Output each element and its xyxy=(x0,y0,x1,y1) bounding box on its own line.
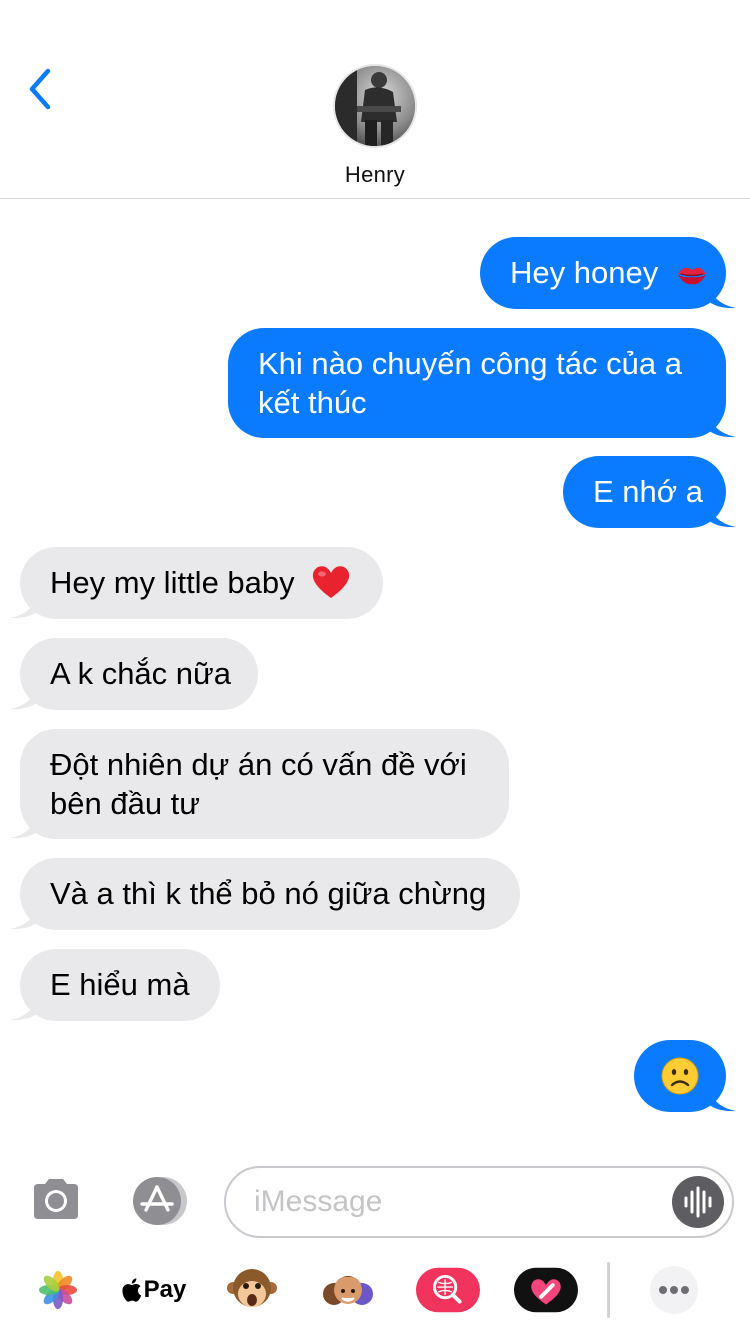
message-bubble-incoming[interactable]: Và a thì k thể bỏ nó giữa chừng xyxy=(10,858,520,930)
conversation-header: Henry xyxy=(0,0,750,199)
app-drawer: Pay xyxy=(0,1252,750,1328)
digital-touch-button[interactable] xyxy=(514,1262,578,1318)
message-text: Và a thì k thể bỏ nó giữa chừng xyxy=(50,876,487,911)
message-input[interactable] xyxy=(254,1180,664,1224)
apple-logo-icon xyxy=(122,1278,141,1302)
memoji-stickers-button[interactable] xyxy=(316,1262,380,1318)
message-text: Hey my little baby xyxy=(50,565,295,600)
message-bubble-outgoing[interactable]: E nhớ a xyxy=(563,456,736,528)
message-bubble-incoming[interactable]: Hey my little baby xyxy=(10,547,383,619)
app-store-icon xyxy=(133,1177,187,1225)
message-input-field[interactable] xyxy=(224,1166,734,1238)
frowning-face-emoji xyxy=(661,1057,699,1095)
waveform-icon xyxy=(684,1186,712,1218)
message-bubble-outgoing[interactable]: Khi nào chuyến công tác của a kết thúc xyxy=(228,328,736,438)
app-store-button[interactable] xyxy=(126,1174,192,1228)
memoji-stickers-icon xyxy=(323,1276,373,1305)
animoji-monkey-icon xyxy=(227,1269,277,1307)
message-bubble-incoming[interactable]: Đột nhiên dự án có vấn đề với bên đầu tư xyxy=(10,729,509,839)
back-button[interactable] xyxy=(22,66,62,112)
more-icon xyxy=(650,1266,698,1314)
contact-avatar[interactable] xyxy=(333,64,417,148)
message-text: A k chắc nữa xyxy=(50,656,232,691)
avatar-photo xyxy=(335,66,415,146)
message-text: Khi nào chuyến công tác của a kết thúc xyxy=(258,346,682,420)
chevron-left-icon xyxy=(29,68,51,110)
photos-icon xyxy=(39,1271,77,1309)
message-text: Đột nhiên dự án có vấn đề với bên đầu tư xyxy=(50,747,467,821)
camera-button[interactable] xyxy=(30,1176,82,1222)
apple-pay-button[interactable]: Pay xyxy=(118,1262,190,1318)
kiss-mark-emoji xyxy=(677,267,706,285)
digital-touch-icon xyxy=(514,1267,578,1313)
drawer-divider xyxy=(607,1262,610,1318)
apple-pay-label: Pay xyxy=(143,1276,187,1303)
animoji-button[interactable] xyxy=(220,1262,284,1318)
message-text: E nhớ a xyxy=(593,474,703,509)
web-search-button[interactable] xyxy=(416,1262,480,1318)
message-bubble-outgoing[interactable]: Hey honey xyxy=(480,237,736,309)
more-apps-button[interactable] xyxy=(642,1262,706,1318)
photos-app-button[interactable] xyxy=(26,1262,90,1318)
message-bubble-incoming[interactable]: E hiểu mà xyxy=(10,949,220,1021)
contact-name[interactable]: Henry xyxy=(0,162,750,188)
message-bubble-outgoing[interactable] xyxy=(634,1040,736,1112)
audio-message-button[interactable] xyxy=(672,1176,724,1228)
web-search-icon xyxy=(416,1267,480,1313)
red-heart-emoji xyxy=(313,566,350,598)
message-bubble-incoming[interactable]: A k chắc nữa xyxy=(10,638,258,710)
message-text: E hiểu mà xyxy=(50,967,190,1002)
camera-icon xyxy=(34,1179,78,1219)
message-text: Hey honey xyxy=(510,255,659,290)
